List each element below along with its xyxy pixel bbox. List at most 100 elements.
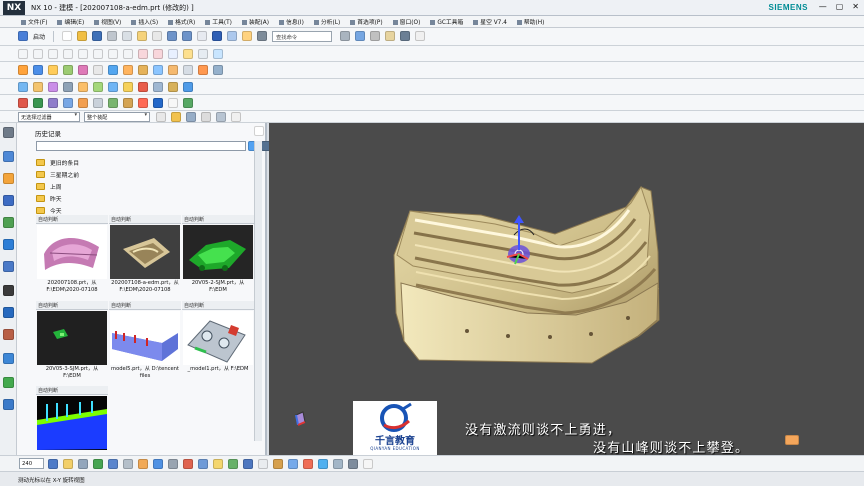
role-icon[interactable] — [3, 307, 14, 318]
process-icon[interactable] — [3, 261, 14, 272]
layer-icon[interactable] — [63, 459, 73, 469]
replace-face-icon[interactable] — [168, 82, 178, 92]
panel-maximize-icon[interactable] — [254, 126, 264, 136]
new-file-icon[interactable] — [62, 31, 73, 41]
view-triad-icon[interactable] — [293, 410, 307, 426]
analysis-icon[interactable] — [123, 82, 133, 92]
folder-older[interactable]: 更旧的条目 — [36, 156, 256, 168]
surface-tool-icon[interactable] — [243, 459, 253, 469]
touch-mode-icon[interactable] — [242, 31, 253, 41]
select-all-icon[interactable] — [156, 112, 166, 122]
window-icon[interactable] — [212, 31, 223, 41]
settings-gear-icon[interactable] — [3, 127, 14, 138]
feature-group-icon[interactable] — [138, 459, 148, 469]
intent-icon[interactable] — [231, 112, 241, 122]
menu-tools[interactable]: 工具(T) — [205, 17, 232, 26]
report-icon[interactable] — [138, 98, 148, 108]
open-folder-icon[interactable] — [77, 31, 88, 41]
render-style-icon[interactable] — [340, 31, 350, 41]
blank-icon[interactable] — [153, 459, 163, 469]
copy-icon[interactable] — [122, 31, 133, 41]
parting-icon[interactable] — [48, 98, 58, 108]
more-tools-icon[interactable] — [363, 459, 373, 469]
polygon-icon[interactable] — [93, 49, 103, 59]
text-tool-icon[interactable] — [258, 459, 268, 469]
point-icon[interactable] — [123, 49, 133, 59]
mold-tool-icon[interactable] — [18, 98, 28, 108]
delete-icon[interactable] — [152, 31, 163, 41]
redo-icon[interactable] — [182, 31, 193, 41]
unite-icon[interactable] — [63, 65, 73, 75]
display-options-icon[interactable] — [415, 31, 425, 41]
pattern-feature-icon[interactable] — [213, 65, 223, 75]
subtitle-toggle-icon[interactable] — [785, 435, 799, 445]
system-material-icon[interactable] — [3, 329, 14, 340]
measure-icon[interactable] — [108, 82, 118, 92]
core-cavity-icon[interactable] — [63, 98, 73, 108]
subtract-icon[interactable] — [78, 65, 88, 75]
sew-icon[interactable] — [93, 82, 103, 92]
intersect-icon[interactable] — [93, 65, 103, 75]
select-face-icon[interactable] — [186, 112, 196, 122]
extra-resource-icon[interactable] — [3, 399, 14, 410]
clip-icon[interactable] — [123, 459, 133, 469]
refresh-icon[interactable] — [318, 459, 328, 469]
background-color-icon[interactable] — [400, 31, 410, 41]
datum-plane-icon[interactable] — [183, 82, 193, 92]
patch-icon[interactable] — [78, 82, 88, 92]
save-icon[interactable] — [92, 31, 103, 41]
measure-icon[interactable] — [78, 459, 88, 469]
csys-icon[interactable] — [198, 459, 208, 469]
reset-orientation-icon[interactable] — [227, 31, 238, 41]
offset-curve-icon[interactable] — [138, 49, 148, 59]
orient-view-icon[interactable] — [355, 31, 365, 41]
folder-yesterday[interactable]: 昨天 — [36, 192, 256, 204]
snap-point-icon[interactable] — [171, 112, 181, 122]
fit-view-icon[interactable] — [257, 31, 268, 41]
menu-window[interactable]: 窗口(O) — [392, 17, 420, 26]
stop-icon[interactable] — [183, 459, 193, 469]
project-curve-icon[interactable] — [168, 49, 178, 59]
trim-curve-icon[interactable] — [153, 49, 163, 59]
edm-icon[interactable] — [153, 98, 163, 108]
workpiece-icon[interactable] — [78, 98, 88, 108]
history-scrollbar[interactable] — [254, 141, 262, 441]
revolve-icon[interactable] — [33, 65, 43, 75]
folder-last-week[interactable]: 上周 — [36, 180, 256, 192]
shell-icon[interactable] — [108, 65, 118, 75]
part-navigator-icon[interactable] — [3, 151, 14, 162]
circle-icon[interactable] — [63, 49, 73, 59]
show-hide-icon[interactable] — [93, 459, 103, 469]
edit-body-icon[interactable] — [273, 459, 283, 469]
history-card[interactable]: 自动判断 model5.prt，从 D:\tencent files — [109, 301, 181, 385]
assembly-navigator-icon[interactable] — [3, 173, 14, 184]
menu-assembly[interactable]: 装配(A) — [241, 17, 269, 26]
menu-help[interactable]: 帮助(H) — [516, 17, 544, 26]
layer-settings-icon[interactable] — [385, 31, 395, 41]
maximize-button[interactable]: ▢ — [836, 2, 844, 11]
history-card[interactable]: 自动判断 202007108.prt，从 F:\EDM\2020-07108 — [36, 215, 108, 299]
spline-icon[interactable] — [213, 49, 223, 59]
select-edge-icon[interactable] — [201, 112, 211, 122]
text-icon[interactable] — [108, 49, 118, 59]
line-icon[interactable] — [18, 49, 28, 59]
repeat-command-icon[interactable] — [197, 31, 208, 41]
history-search-input[interactable] — [36, 141, 246, 151]
reuse-library-icon[interactable] — [3, 217, 14, 228]
menu-format[interactable]: 格式(R) — [168, 17, 195, 26]
history-card[interactable]: 自动判断 20V05-2-SJM.prt，从 F:\EDM — [182, 215, 254, 299]
hole-icon[interactable] — [48, 65, 58, 75]
electrode-icon[interactable] — [33, 98, 43, 108]
arrow-icon[interactable] — [168, 98, 178, 108]
internet-icon[interactable] — [3, 239, 14, 250]
folder-three-weeks[interactable]: 三星期之前 — [36, 168, 256, 180]
delete-face-icon[interactable] — [138, 82, 148, 92]
menu-analysis[interactable]: 分析(L) — [313, 17, 340, 26]
menu-information[interactable]: 信息(I) — [279, 17, 304, 26]
rectangle-icon[interactable] — [78, 49, 88, 59]
section-view-icon[interactable] — [370, 31, 380, 41]
studio-surface-icon[interactable] — [48, 82, 58, 92]
trim-body-icon[interactable] — [183, 65, 193, 75]
remove-icon[interactable] — [303, 459, 313, 469]
start-label[interactable]: 启动 — [33, 32, 45, 41]
